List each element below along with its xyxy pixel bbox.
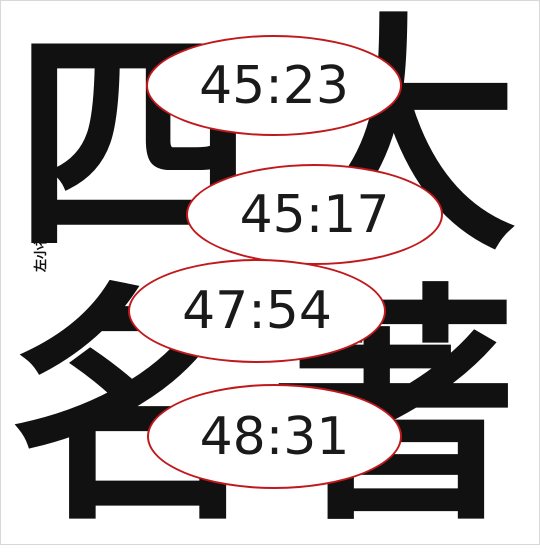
time-label-oval-1: 45:23 (146, 35, 402, 136)
time-label-oval-2: 45:17 (186, 164, 443, 265)
time-label-oval-4: 48:31 (147, 384, 402, 489)
artist-name: 左小祖咒 (34, 219, 49, 272)
time-label-oval-3: 47:54 (128, 259, 386, 363)
